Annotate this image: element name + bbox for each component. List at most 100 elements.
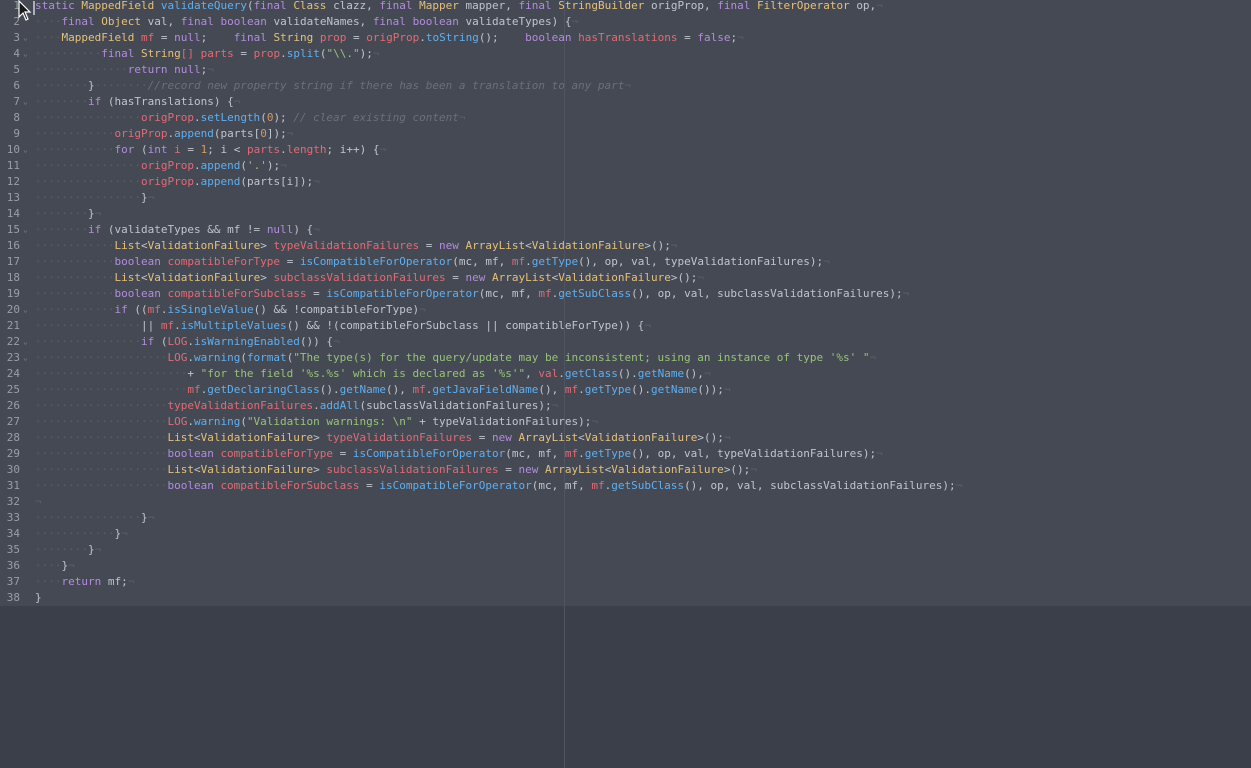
code-token: ¬ [207, 63, 214, 76]
line-number: 8 [13, 111, 20, 124]
code-token: boolean [114, 255, 168, 268]
code-token: //record new property string if there ha… [147, 79, 625, 92]
code-token: >(); [644, 239, 671, 252]
code-line[interactable]: 20 ⌄ ············if ((mf.isSingleValue() &… [0, 302, 1251, 318]
code-line[interactable]: 12 ················origProp.append(parts[… [0, 174, 1251, 190]
code-line[interactable]: 8 ················origProp.setLength(0); … [0, 110, 1251, 126]
line-code: ····················LOG.warning(format("… [35, 350, 876, 366]
line-number: 22 [6, 335, 20, 348]
code-line[interactable]: 6 ········}········//record new property … [0, 78, 1251, 94]
code-line[interactable]: 35 ········}¬ [0, 542, 1251, 558]
code-line[interactable]: 11 ················origProp.append('.');¬ [0, 158, 1251, 174]
code-line[interactable]: 4 ⌄ ··········final String[] parts = prop.… [0, 46, 1251, 62]
code-token: ValidationFailure [611, 463, 724, 476]
code-line[interactable]: 2 ····final Object val, final boolean val… [0, 14, 1251, 30]
code-line[interactable]: 29 ····················boolean compatible… [0, 446, 1251, 462]
code-token: = [352, 31, 367, 44]
code-token: + [187, 367, 201, 380]
code-line[interactable]: 18 ············List<ValidationFailure> su… [0, 270, 1251, 286]
line-code: ············if ((mf.isSingleValue() && !… [35, 302, 426, 318]
code-token: } [140, 511, 148, 524]
code-token: isCompatibleForOperator [299, 255, 453, 268]
code-line[interactable]: 23 ⌄ ····················LOG.warning(forma… [0, 350, 1251, 366]
code-token: compatibleForSubclass [220, 479, 367, 492]
code-line[interactable]: 3 ⌄ ····MappedField mf = null; final Strin… [0, 30, 1251, 46]
line-number: 31 [6, 479, 20, 492]
fold-chevron-icon[interactable]: ⌄ [23, 302, 33, 318]
code-token: () && !(compatibleForSubclass || compati… [286, 319, 645, 332]
code-line[interactable]: 30 ····················List<ValidationFai… [0, 462, 1251, 478]
code-token: , [525, 367, 539, 380]
code-token: ¬ [876, 0, 883, 12]
line-code: ····final Object val, final boolean vali… [35, 14, 578, 30]
code-token: ArrayList [518, 431, 579, 444]
code-token: getDeclaringClass [207, 383, 320, 396]
fold-chevron-icon[interactable]: ⌄ [23, 94, 33, 110]
code-line[interactable]: 24 ·······················+ "for the fiel… [0, 366, 1251, 382]
code-token: < [140, 271, 148, 284]
code-token: ¬ [670, 239, 678, 252]
fold-chevron-icon[interactable]: ⌄ [23, 142, 33, 158]
fold-chevron-icon[interactable]: ⌄ [23, 350, 33, 366]
code-token: ········ [35, 207, 88, 220]
code-token: boolean [525, 31, 579, 44]
code-token: ················ [35, 319, 141, 332]
code-token: // clear existing content [293, 111, 459, 124]
fold-chevron-icon[interactable]: ⌄ [23, 222, 33, 238]
code-token: ················ [35, 335, 141, 348]
code-line[interactable]: 16 ············List<ValidationFailure> ty… [0, 238, 1251, 254]
code-line[interactable]: 17 ············boolean compatibleForType … [0, 254, 1251, 270]
code-line[interactable]: 1 static MappedField validateQuery(final … [0, 0, 1251, 14]
code-token: < [193, 463, 201, 476]
fold-chevron-icon[interactable]: ⌄ [23, 334, 33, 350]
code-line[interactable]: 28 ····················List<ValidationFai… [0, 430, 1251, 446]
code-token: (), [684, 367, 704, 380]
code-line[interactable]: 36 ····}¬ [0, 558, 1251, 574]
code-line[interactable]: 27 ····················LOG.warning("Valid… [0, 414, 1251, 430]
code-line[interactable]: 22 ⌄ ················if (LOG.isWarningEnab… [0, 334, 1251, 350]
code-line[interactable]: 37 ····return mf;¬ [0, 574, 1251, 590]
code-line[interactable]: 26 ····················typeValidationFail… [0, 398, 1251, 414]
code-line[interactable]: 19 ············boolean compatibleForSubcl… [0, 286, 1251, 302]
code-line[interactable]: 14 ········}¬ [0, 206, 1251, 222]
code-token: } [87, 207, 95, 220]
code-line[interactable]: 31 ····················boolean compatible… [0, 478, 1251, 494]
code-token: new [439, 239, 466, 252]
code-token: List [167, 431, 194, 444]
code-token: ···· [35, 559, 62, 572]
code-line[interactable]: 33 ················}¬ [0, 510, 1251, 526]
fold-chevron-icon[interactable]: ⌄ [23, 30, 33, 46]
code-token: = [339, 447, 353, 460]
code-token: . [187, 415, 194, 428]
code-token: ArrayList [544, 463, 605, 476]
code-token: . [578, 447, 585, 460]
code-token: final [233, 31, 274, 44]
code-token: (), op, val, subclassValidationFailures)… [631, 287, 903, 300]
mouse-pointer-icon [18, 0, 32, 22]
code-token: ········ [35, 95, 88, 108]
line-number: 25 [6, 383, 20, 396]
line-code: ················origProp.append(parts[i]… [35, 174, 320, 190]
code-line[interactable]: 21 ················|| mf.isMultipleValues… [0, 318, 1251, 334]
code-line[interactable]: 5 ··············return null;¬ [0, 62, 1251, 78]
editor-empty-area[interactable] [0, 606, 1251, 768]
code-line[interactable]: 15 ⌄ ········if (validateTypes && mf != nu… [0, 222, 1251, 238]
code-line[interactable]: 13 ················}¬ [0, 190, 1251, 206]
code-line[interactable]: 32 ¬ [0, 494, 1251, 510]
code-line[interactable]: 34 ············}¬ [0, 526, 1251, 542]
code-token: ········ [35, 223, 88, 236]
code-line[interactable]: 7 ⌄ ········if (hasTranslations) {¬ [0, 94, 1251, 110]
code-token: append [200, 175, 241, 188]
code-token: getSubClass [611, 479, 685, 492]
code-token: getName [637, 367, 685, 380]
code-token: ¬ [94, 543, 102, 556]
code-line[interactable]: 25 ·······················mf.getDeclaring… [0, 382, 1251, 398]
code-line[interactable]: 9 ············origProp.append(parts[0]);¬ [0, 126, 1251, 142]
line-code: ············boolean compatibleForType = … [35, 254, 830, 270]
code-line[interactable]: 38} [0, 590, 1251, 606]
code-line[interactable]: 10 ⌄ ············for (int i = 1; i < parts… [0, 142, 1251, 158]
code-editor[interactable]: 1 static MappedField validateQuery(final … [0, 0, 1251, 768]
fold-chevron-icon[interactable]: ⌄ [23, 46, 33, 62]
line-code: ············List<ValidationFailure> type… [35, 238, 677, 254]
code-token: origProp [366, 31, 420, 44]
